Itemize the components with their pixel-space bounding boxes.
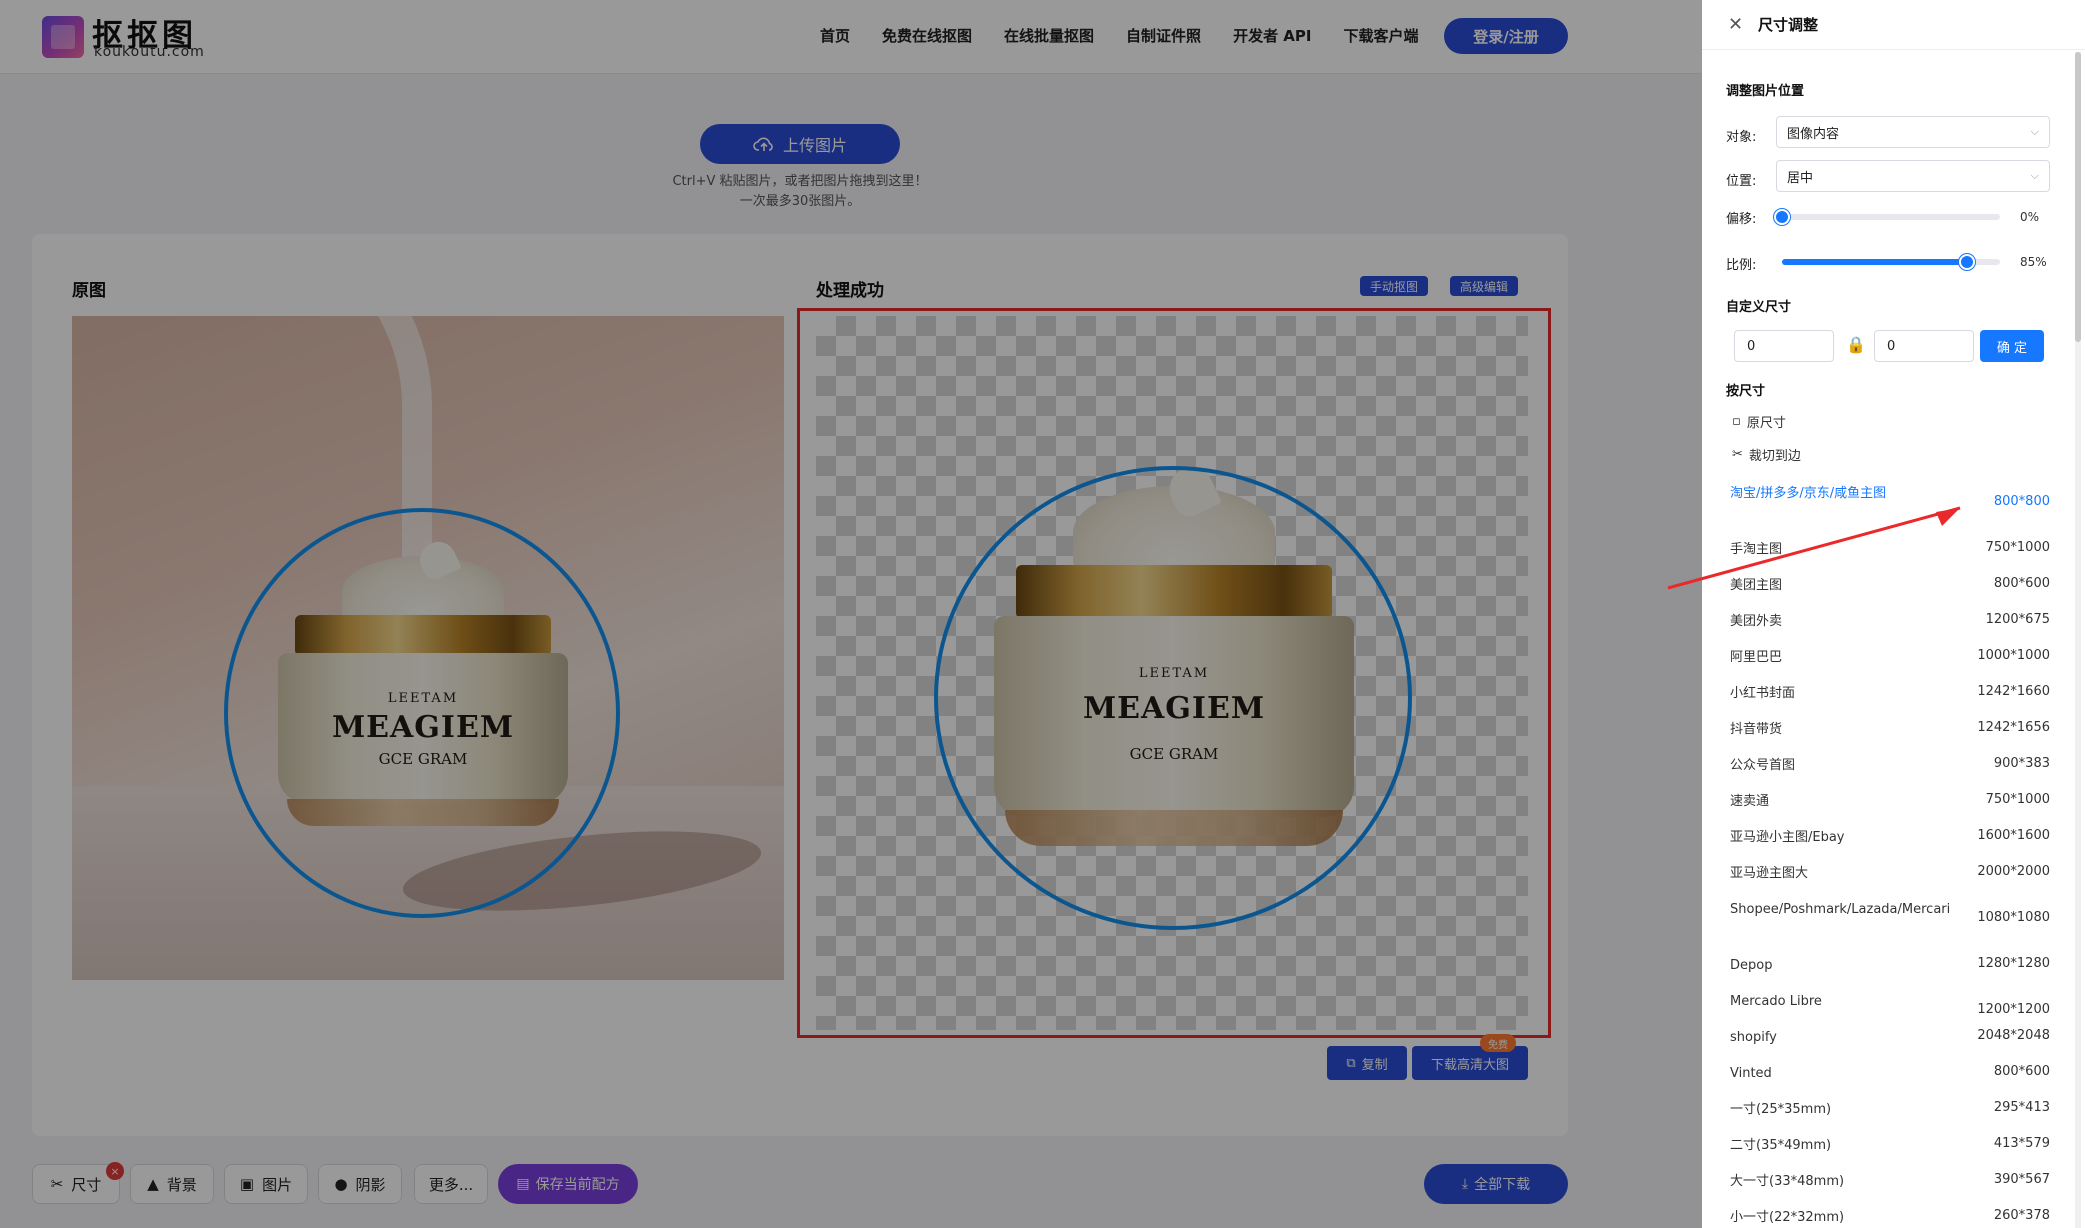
target-value: 图像内容 <box>1787 126 1840 142</box>
size-preset-name: Depop <box>1730 958 1773 973</box>
size-preset-value: 1600*1600 <box>1977 828 2050 843</box>
scale-label: 比例: <box>1726 258 1757 273</box>
size-preset-name: Mercado Libre <box>1730 994 1822 1009</box>
size-preset-name: 阿里巴巴 <box>1730 650 1783 665</box>
size-preset-value: 1200*675 <box>1985 612 2050 627</box>
offset-label: 偏移: <box>1726 212 1757 227</box>
size-preset-value: 2048*2048 <box>1977 1028 2050 1043</box>
size-preset-name: 大一寸(33*48mm) <box>1730 1174 1845 1189</box>
panel-title: 尺寸调整 <box>1758 16 1819 34</box>
size-preset-name: 美团外卖 <box>1730 614 1783 629</box>
chevron-down-icon: ⌵ <box>2030 169 2039 182</box>
size-preset-value: 390*567 <box>1993 1172 2050 1187</box>
size-preset-value: 1080*1080 <box>1977 910 2050 925</box>
crop-to-edge-option[interactable]: ✂ 裁切到边 <box>1732 445 1801 464</box>
image-frame-icon: ▫ <box>1732 414 1741 429</box>
size-preset-name: 抖音带货 <box>1730 722 1783 737</box>
section-custom-size: 自定义尺寸 <box>1726 300 1792 315</box>
panel-scrollbar[interactable] <box>2075 52 2081 1228</box>
size-preset-name: 小一寸(22*32mm) <box>1730 1210 1845 1225</box>
size-preset-name: 二寸(35*49mm) <box>1730 1138 1832 1153</box>
size-preset-value: 900*383 <box>1993 756 2050 771</box>
size-preset-value: 1280*1280 <box>1977 956 2050 971</box>
scrollbar-thumb[interactable] <box>2075 52 2081 342</box>
size-preset-value: 800*600 <box>1993 1064 2050 1079</box>
panel-header: ✕ 尺寸调整 <box>1702 0 2085 50</box>
size-preset-value: 1242*1656 <box>1977 720 2050 735</box>
size-preset-name: 小红书封面 <box>1730 686 1796 701</box>
size-preset-value: 295*413 <box>1993 1100 2050 1115</box>
size-preset-value: 800*800 <box>1993 494 2050 509</box>
lock-icon[interactable]: 🔒 <box>1846 335 1866 354</box>
size-preset-value: 750*1000 <box>1985 792 2050 807</box>
position-value: 居中 <box>1787 170 1814 186</box>
size-preset-value: 260*378 <box>1993 1208 2050 1223</box>
target-select[interactable]: 图像内容 ⌵ <box>1776 116 2050 148</box>
close-icon[interactable]: ✕ <box>1728 14 1743 35</box>
size-adjust-panel: ✕ 尺寸调整 调整图片位置 对象: 图像内容 ⌵ 位置: 居中 ⌵ 偏移: 0%… <box>1702 0 2085 1228</box>
original-size-option[interactable]: ▫ 原尺寸 <box>1732 412 1786 431</box>
section-by-size: 按尺寸 <box>1726 384 1766 399</box>
size-preset-value: 800*600 <box>1993 576 2050 591</box>
annotation-arrow <box>1667 506 1961 590</box>
scale-value: 85% <box>2020 255 2047 269</box>
size-preset-name: Shopee/Poshmark/Lazada/Mercari <box>1730 902 1951 917</box>
size-preset-name: Vinted <box>1730 1066 1772 1081</box>
scale-slider[interactable] <box>1782 254 2000 270</box>
size-preset-value: 1000*1000 <box>1977 648 2050 663</box>
size-preset-name: 亚马逊小主图/Ebay <box>1730 830 1845 845</box>
position-label: 位置: <box>1726 174 1757 189</box>
size-preset-name: 速卖通 <box>1730 794 1770 809</box>
modal-dim-overlay[interactable] <box>0 0 1702 1228</box>
target-label: 对象: <box>1726 130 1757 145</box>
size-preset-name: shopify <box>1730 1030 1777 1045</box>
size-preset-name: 一寸(25*35mm) <box>1730 1102 1832 1117</box>
chevron-down-icon: ⌵ <box>2030 125 2039 138</box>
size-preset-value: 1200*1200 <box>1977 1002 2050 1017</box>
offset-slider[interactable] <box>1774 209 2000 225</box>
size-preset-name: 亚马逊主图大 <box>1730 866 1809 881</box>
scale-slider-handle[interactable] <box>1959 254 1976 270</box>
crop-to-edge-label: 裁切到边 <box>1748 449 1801 464</box>
scale-slider-fill <box>1782 259 1968 265</box>
size-preset-name: 公众号首图 <box>1730 758 1796 773</box>
size-preset-value: 2000*2000 <box>1977 864 2050 879</box>
scissors-icon: ✂ <box>1732 447 1743 462</box>
section-position: 调整图片位置 <box>1726 84 1805 99</box>
size-preset-value: 413*579 <box>1993 1136 2050 1151</box>
confirm-size-button[interactable]: 确 定 <box>1980 330 2044 362</box>
size-preset-value: 750*1000 <box>1985 540 2050 555</box>
width-input[interactable]: 0 <box>1734 330 1834 362</box>
size-preset-value: 1242*1660 <box>1977 684 2050 699</box>
original-size-label: 原尺寸 <box>1746 416 1786 431</box>
offset-value: 0% <box>2020 210 2040 224</box>
position-select[interactable]: 居中 ⌵ <box>1776 160 2050 192</box>
offset-slider-handle[interactable] <box>1774 209 1790 225</box>
height-input[interactable]: 0 <box>1874 330 1974 362</box>
